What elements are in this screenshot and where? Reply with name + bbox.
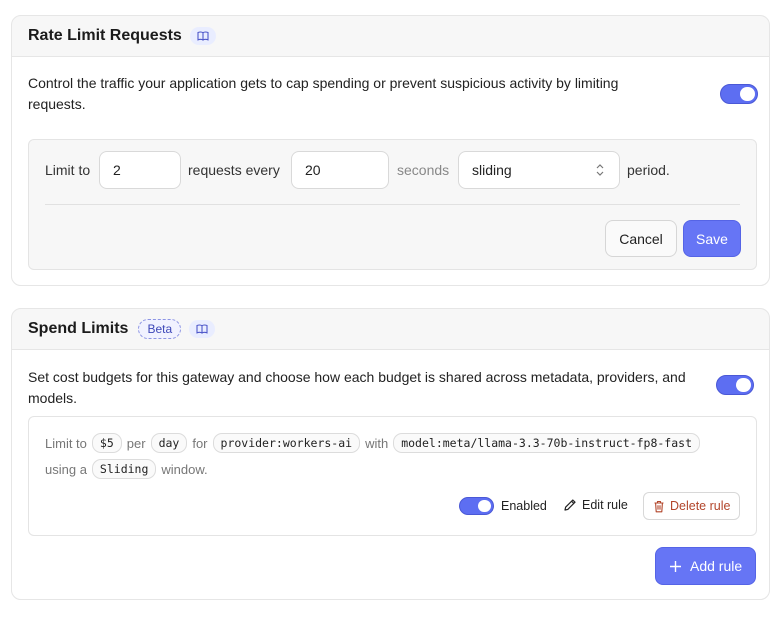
- rule-period-chip: day: [150, 433, 188, 453]
- edit-rule-button[interactable]: Edit rule: [563, 498, 628, 512]
- add-rule-label: Add rule: [690, 558, 743, 574]
- add-rule-button[interactable]: Add rule: [655, 547, 757, 585]
- rule-enabled-label: Enabled: [501, 499, 547, 513]
- period-label: period.: [627, 162, 670, 178]
- spend-rule-card: Limit to $5 per day for provider:workers…: [28, 416, 757, 536]
- cancel-button[interactable]: Cancel: [605, 220, 677, 257]
- seconds-value: 20: [305, 162, 321, 178]
- rate-limit-body: Control the traffic your application get…: [11, 56, 770, 286]
- rate-limit-header: Rate Limit Requests: [12, 16, 769, 56]
- settings-divider: [45, 204, 740, 205]
- delete-rule-label: Delete rule: [670, 499, 731, 513]
- rule-window-text: window.: [161, 461, 208, 477]
- rate-limit-card: Rate Limit Requests Control the traffic …: [11, 15, 770, 286]
- rate-limit-toggle[interactable]: [720, 84, 758, 104]
- requests-count-input[interactable]: 2: [99, 151, 181, 189]
- trash-icon: [654, 500, 664, 512]
- spend-limits-body: Set cost budgets for this gateway and ch…: [11, 349, 770, 600]
- edit-rule-label: Edit rule: [582, 498, 628, 512]
- spend-limits-header: Spend Limits Beta: [12, 309, 769, 349]
- period-type-value: sliding: [472, 162, 512, 178]
- rule-model-chip: model:meta/llama-3.3-70b-instruct-fp8-fa…: [393, 433, 700, 453]
- rate-limit-title: Rate Limit Requests: [28, 27, 182, 44]
- rule-amount-chip: $5: [91, 433, 122, 453]
- rule-with-text: with: [365, 435, 389, 451]
- rule-using-a-text: using a: [45, 461, 87, 477]
- beta-badge: Beta: [138, 319, 182, 339]
- rate-limit-settings-panel: Limit to 2 requests every 20 seconds sli…: [28, 139, 757, 270]
- spend-limits-toggle[interactable]: [716, 375, 754, 395]
- rule-summary-line-1: Limit to $5 per day for provider:workers…: [45, 433, 700, 453]
- spend-limits-title: Spend Limits: [28, 320, 129, 337]
- requests-every-label: requests every: [188, 162, 280, 178]
- seconds-label: seconds: [397, 162, 450, 178]
- rule-enabled-toggle[interactable]: [459, 497, 494, 515]
- book-icon[interactable]: [189, 27, 216, 45]
- plus-icon: [670, 560, 681, 572]
- requests-count-value: 2: [113, 162, 121, 178]
- rule-window-chip: Sliding: [91, 459, 157, 479]
- rate-limit-description: Control the traffic your application get…: [28, 75, 619, 112]
- limit-to-label: Limit to: [45, 162, 91, 178]
- rule-summary-line-2: using a Sliding window.: [45, 459, 208, 479]
- chevron-updown-icon: [596, 164, 604, 176]
- spend-limits-description: Set cost budgets for this gateway and ch…: [28, 369, 686, 406]
- rule-provider-chip: provider:workers-ai: [212, 433, 361, 453]
- save-button[interactable]: Save: [683, 220, 741, 257]
- spend-limits-card: Spend Limits Beta Set cost budgets for t…: [11, 308, 770, 600]
- rule-limit-to-text: Limit to: [45, 435, 87, 451]
- book-icon[interactable]: [189, 320, 216, 338]
- rule-per-text: per: [126, 435, 146, 451]
- pencil-icon: [564, 499, 576, 511]
- period-type-select[interactable]: sliding: [458, 151, 620, 189]
- seconds-input[interactable]: 20: [291, 151, 389, 189]
- rule-for-text: for: [192, 435, 208, 451]
- delete-rule-button[interactable]: Delete rule: [643, 492, 741, 520]
